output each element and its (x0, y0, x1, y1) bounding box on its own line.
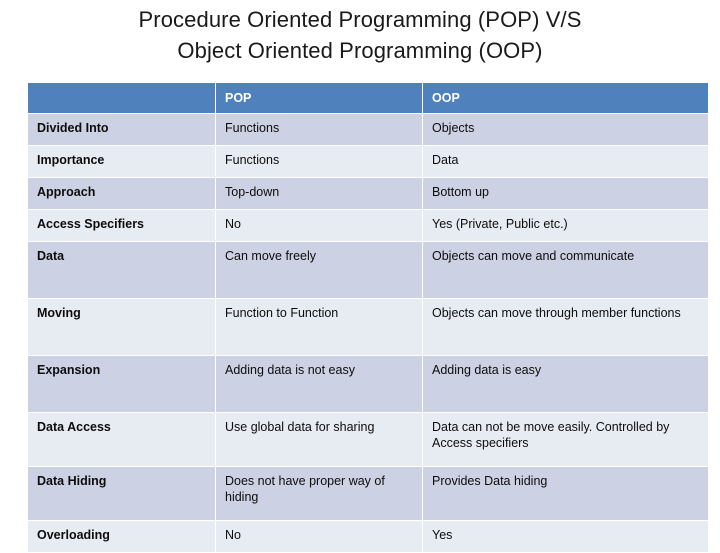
row-pop-moving: Function to Function (215, 298, 423, 356)
comparison-table-container: POP OOP Divided Into Functions Objects I… (27, 82, 709, 553)
row-label-importance: Importance (27, 145, 216, 178)
row-pop-divided-into: Functions (215, 113, 423, 146)
table-row: Data Access Use global data for sharing … (27, 412, 709, 467)
row-oop-access-specifiers: Yes (Private, Public etc.) (422, 209, 709, 242)
table-header-cell-pop: POP (215, 82, 423, 114)
row-pop-data-hiding: Does not have proper way of hiding (215, 466, 423, 521)
row-pop-expansion: Adding data is not easy (215, 355, 423, 413)
row-pop-data-access: Use global data for sharing (215, 412, 423, 467)
row-label-data-access: Data Access (27, 412, 216, 467)
comparison-table: POP OOP Divided Into Functions Objects I… (27, 82, 709, 553)
table-row: Divided Into Functions Objects (27, 113, 709, 146)
table-header: POP OOP (27, 82, 709, 114)
slide-canvas: Procedure Oriented Programming (POP) V/S… (0, 0, 720, 553)
row-oop-data-hiding: Provides Data hiding (422, 466, 709, 521)
row-label-expansion: Expansion (27, 355, 216, 413)
row-oop-expansion: Adding data is easy (422, 355, 709, 413)
table-header-row: POP OOP (27, 82, 709, 114)
row-oop-data: Objects can move and communicate (422, 241, 709, 299)
row-label-divided-into: Divided Into (27, 113, 216, 146)
table-header-cell-oop: OOP (422, 82, 709, 114)
table-row: Access Specifiers No Yes (Private, Publi… (27, 209, 709, 242)
row-label-data: Data (27, 241, 216, 299)
table-row: Approach Top-down Bottom up (27, 177, 709, 210)
row-pop-approach: Top-down (215, 177, 423, 210)
row-label-data-hiding: Data Hiding (27, 466, 216, 521)
row-pop-data: Can move freely (215, 241, 423, 299)
table-row: Overloading No Yes (27, 520, 709, 553)
row-oop-approach: Bottom up (422, 177, 709, 210)
row-label-approach: Approach (27, 177, 216, 210)
table-row: Data Can move freely Objects can move an… (27, 241, 709, 299)
table-row: Data Hiding Does not have proper way of … (27, 466, 709, 521)
page-title: Procedure Oriented Programming (POP) V/S… (0, 4, 720, 66)
row-oop-overloading: Yes (422, 520, 709, 553)
table-body: Divided Into Functions Objects Importanc… (27, 113, 709, 553)
row-pop-access-specifiers: No (215, 209, 423, 242)
table-header-cell-blank (27, 82, 216, 114)
row-oop-importance: Data (422, 145, 709, 178)
row-oop-moving: Objects can move through member function… (422, 298, 709, 356)
table-row: Moving Function to Function Objects can … (27, 298, 709, 356)
row-label-moving: Moving (27, 298, 216, 356)
page-title-line-2: Object Oriented Programming (OOP) (177, 38, 543, 63)
row-oop-divided-into: Objects (422, 113, 709, 146)
row-oop-data-access: Data can not be move easily. Controlled … (422, 412, 709, 467)
row-label-overloading: Overloading (27, 520, 216, 553)
table-row: Expansion Adding data is not easy Adding… (27, 355, 709, 413)
table-row: Importance Functions Data (27, 145, 709, 178)
row-pop-importance: Functions (215, 145, 423, 178)
row-pop-overloading: No (215, 520, 423, 553)
page-title-line-1: Procedure Oriented Programming (POP) V/S (138, 7, 582, 32)
row-label-access-specifiers: Access Specifiers (27, 209, 216, 242)
